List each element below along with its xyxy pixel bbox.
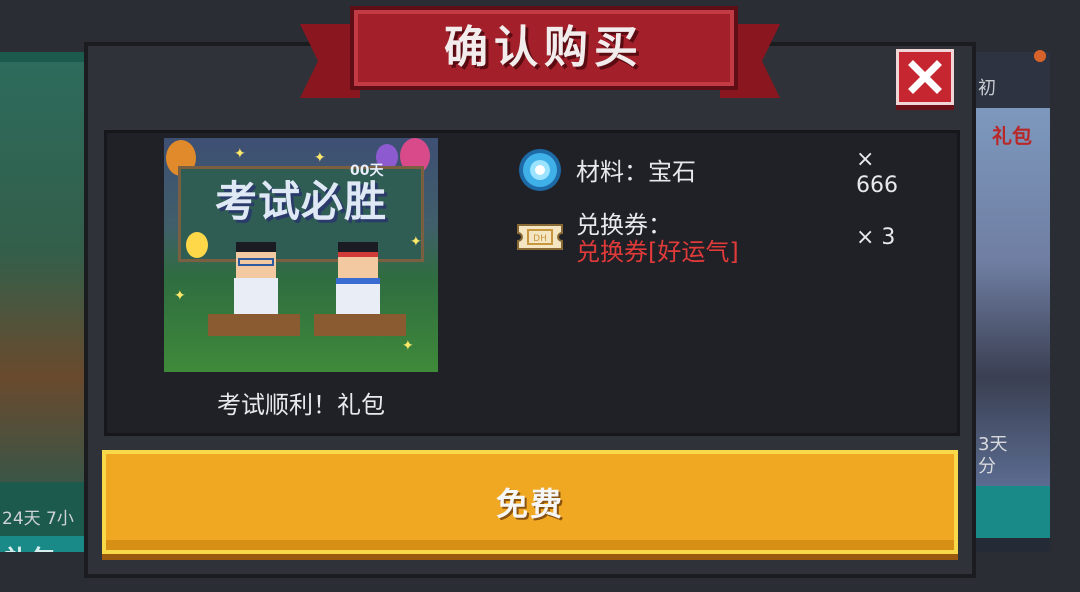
background-card-right-meta: 3天 分 xyxy=(976,434,1050,478)
title-ribbon: 确认购买 xyxy=(350,6,738,90)
gift-pack-image: 考试必胜 00天 ✦ ✦ ✦ ✦ ✦ xyxy=(164,138,438,372)
gift-pack-name: 考试顺利！礼包 xyxy=(217,391,385,419)
background-card-right-meta-line1: 3天 xyxy=(978,434,1008,455)
dialog-title: 确认购买 xyxy=(444,22,644,73)
ticket-icon: DH xyxy=(517,224,563,250)
gift-image-headline: 考试必胜 xyxy=(214,177,387,226)
reward-ticket-qty: × 3 xyxy=(856,225,896,250)
sparkle-icon: ✦ xyxy=(402,338,414,354)
reward-gem-label: 材料：宝石 xyxy=(576,158,696,186)
free-claim-button[interactable]: 免费 xyxy=(102,450,958,554)
background-card-right: 初 礼包 3天 分 xyxy=(976,52,1050,552)
reward-gem-qty: × 666 xyxy=(856,147,898,198)
desk-right xyxy=(314,314,406,336)
desk-left xyxy=(208,314,300,336)
reward-ticket-label: 兑换券： xyxy=(576,211,672,239)
student-girl xyxy=(332,242,384,318)
lightbulb-icon xyxy=(186,232,208,258)
background-card-left: 24天 7小 礼包 xyxy=(0,52,84,552)
sparkle-icon: ✦ xyxy=(410,234,422,250)
student-boy xyxy=(230,242,282,318)
background-card-left-meta: 24天 7小 xyxy=(2,509,74,529)
close-button[interactable] xyxy=(896,49,954,105)
sparkle-icon: ✦ xyxy=(234,146,246,162)
background-card-right-label: 礼包 xyxy=(992,124,1032,148)
svg-text:DH: DH xyxy=(533,234,547,244)
sparkle-icon: ✦ xyxy=(174,288,186,304)
background-card-right-tag xyxy=(976,486,1050,538)
reward-ticket-detail: 兑换券[好运气] xyxy=(576,238,739,266)
sparkle-icon: ✦ xyxy=(314,150,326,166)
background-card-right-meta-line2: 分 xyxy=(978,456,996,477)
free-claim-button-label: 免费 xyxy=(495,485,564,523)
gift-image-tag: 00天 xyxy=(350,163,384,179)
gem-icon xyxy=(519,149,561,191)
notification-dot xyxy=(1034,50,1046,62)
background-card-left-tag: 礼包 xyxy=(0,536,84,552)
close-icon xyxy=(908,60,942,94)
background-card-left-art xyxy=(0,62,84,482)
